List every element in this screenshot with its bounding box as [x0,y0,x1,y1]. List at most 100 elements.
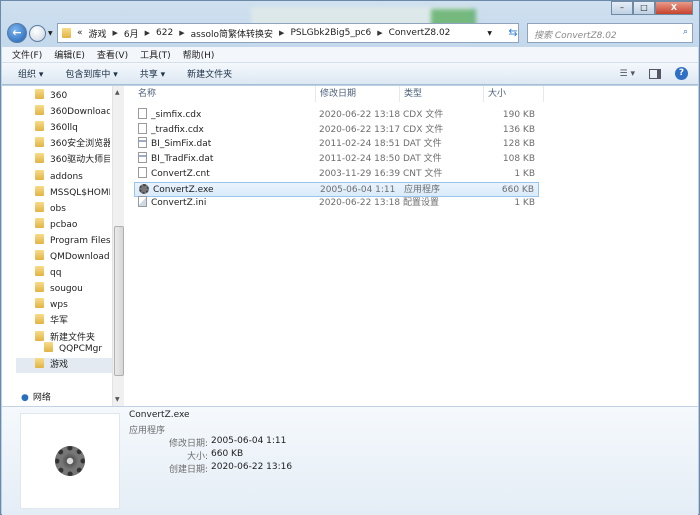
nav-item-label: 游戏 [50,360,69,370]
preview-pane-icon[interactable] [649,68,661,79]
maximize-button[interactable]: □ [633,1,655,15]
file-row[interactable]: _tradfix.cdx 2020-06-22 13:17 CDX 文件 136 KB [134,122,539,138]
nav-item[interactable]: MSSQL$HOME [35,185,110,201]
share-button[interactable]: 共享 ▾ [140,67,165,80]
new-folder-button[interactable]: 新建文件夹 [187,67,232,80]
menu-file[interactable]: 文件(F) [12,48,42,61]
file-row[interactable]: ConvertZ.cnt 2003-11-29 16:39 CNT 文件 1 KB [134,166,539,182]
nav-item-label: obs [50,203,66,214]
menu-bar: 文件(F) 编辑(E) 查看(V) 工具(T) 帮助(H) [2,47,698,63]
file-type: CNT 文件 [403,168,443,179]
file-type: 配置设置 [403,198,440,209]
chevron-right-icon[interactable]: ▶ [145,29,150,37]
search-icon[interactable]: ⌕ [683,27,688,37]
folder-icon [35,153,44,164]
file-row[interactable]: BI_TradFix.dat 2011-02-24 18:50 DAT 文件 108 … [134,152,539,167]
nav-item[interactable]: QMDownload [35,250,110,265]
window-controls: – □ X [611,1,693,15]
file-size: 128 KB [502,139,535,150]
file-file-icon [138,108,147,119]
address-dropdown-icon[interactable]: ▼ [487,30,492,37]
refresh-icon[interactable]: ⇆ [505,23,521,43]
scroll-up-icon[interactable]: ▲ [115,89,120,96]
nav-item-label: addons [50,171,83,182]
nav-scrollbar[interactable]: ▲ ▼ [112,86,124,406]
nav-item[interactable]: 华军 [35,314,110,329]
details-filename: ConvertZ.exe [129,410,190,420]
dat-file-icon [138,137,147,149]
nav-item[interactable]: Program Files ( [35,233,110,249]
nav-item[interactable]: 360安全浏览器下 [35,137,110,152]
forward-button[interactable] [29,24,46,42]
include-in-library-button[interactable]: 包含到库中 ▾ [65,67,117,80]
file-row[interactable]: _simfix.cdx 2020-06-22 13:18 CDX 文件 190 KB [134,108,539,123]
file-date: 2011-02-24 18:51 [319,139,401,150]
nav-item[interactable]: addons [35,169,110,185]
file-date: 2003-11-29 16:39 [319,168,401,179]
file-name: ConvertZ.ini [138,196,206,211]
folder-icon [62,28,71,38]
file-type: CDX 文件 [403,110,444,120]
nav-item-network[interactable]: ● 网络 [21,391,96,406]
menu-help[interactable]: 帮助(H) [183,48,215,61]
file-name: _tradfix.cdx [138,122,204,138]
folder-icon [35,105,44,116]
network-icon: ● [21,393,29,403]
folder-icon [35,314,44,325]
view-options-icon[interactable]: ☰ ▾ [620,69,635,79]
breadcrumb-item[interactable]: PSLGbk2Big5_pc6 [290,28,371,38]
nav-item-selected[interactable]: 游戏 [16,358,112,373]
folder-icon [35,233,44,244]
address-bar[interactable]: « 游戏 ▶ 6月 ▶ 622 ▶ assolo简繁体转换安 ▶ PSLGbk2Big5… [57,23,519,43]
help-icon[interactable]: ? [675,67,688,80]
file-row[interactable]: ConvertZ.ini 2020-06-22 13:18 配置设置 1 KB [134,196,539,211]
column-header-name[interactable]: 名称 [134,86,316,102]
recent-pages-dropdown-icon[interactable]: ▼ [48,30,53,37]
file-type: DAT 文件 [403,139,442,150]
breadcrumb-overflow[interactable]: « [77,28,83,38]
nav-item[interactable]: wps [35,298,110,313]
nav-item[interactable]: 360驱动大师目录 [35,153,110,168]
folder-icon [35,89,44,99]
nav-item[interactable]: 360llq [35,121,110,136]
nav-item[interactable]: 360Downloads [35,105,110,120]
scrollbar-thumb[interactable] [114,226,124,376]
chevron-right-icon[interactable]: ▶ [179,29,184,37]
column-header-size[interactable]: 大小 [484,86,544,102]
nav-item[interactable]: 新建文件夹 [35,330,110,346]
nav-item-label: 网络 [32,393,51,403]
nav-item[interactable]: obs [35,201,110,217]
chevron-right-icon[interactable]: ▶ [377,29,382,37]
chevron-right-icon[interactable]: ▶ [113,29,118,37]
nav-item[interactable]: 360 [35,89,110,104]
back-button[interactable]: ← [7,23,27,43]
nav-item-label: 华军 [50,316,69,327]
breadcrumb-item[interactable]: assolo简繁体转换安 [191,27,273,40]
file-row[interactable]: ConvertZ.exe 2005-06-04 1:11 应用程序 660 KB [134,181,539,197]
breadcrumb-item[interactable]: 游戏 [89,27,107,40]
scroll-down-icon[interactable]: ▼ [115,396,120,403]
file-date: 2011-02-24 18:50 [319,154,401,165]
folder-icon [35,169,44,180]
column-header-type[interactable]: 类型 [400,86,484,102]
breadcrumb-item[interactable]: ConvertZ8.02 [389,28,451,38]
chevron-right-icon[interactable]: ▶ [279,29,284,37]
menu-tools[interactable]: 工具(T) [140,48,171,61]
minimize-button[interactable]: – [611,1,633,15]
breadcrumb-item[interactable]: 622 [156,28,173,38]
explorer-window: – □ X ← ▼ « 游戏 ▶ 6月 ▶ 622 ▶ assolo简繁体转换安 ▶ P… [0,0,700,515]
breadcrumb-item[interactable]: 6月 [124,27,139,40]
menu-view[interactable]: 查看(V) [97,48,128,61]
search-input[interactable]: 搜索 ConvertZ8.02 ⌕ [527,23,693,43]
nav-item[interactable]: sougou [35,282,110,297]
organize-button[interactable]: 组织 ▾ [18,67,43,80]
file-date: 2020-06-22 13:18 [319,198,401,209]
details-size: 660 KB [211,449,244,459]
menu-edit[interactable]: 编辑(E) [54,48,85,61]
nav-item[interactable]: pcbao [35,217,110,233]
close-button[interactable]: X [655,1,693,15]
nav-item-label: pcbao [50,219,78,230]
nav-item[interactable]: qq [35,266,110,281]
file-row[interactable]: BI_SimFix.dat 2011-02-24 18:51 DAT 文件 128 K… [134,137,539,152]
column-header-date[interactable]: 修改日期 [316,86,400,102]
